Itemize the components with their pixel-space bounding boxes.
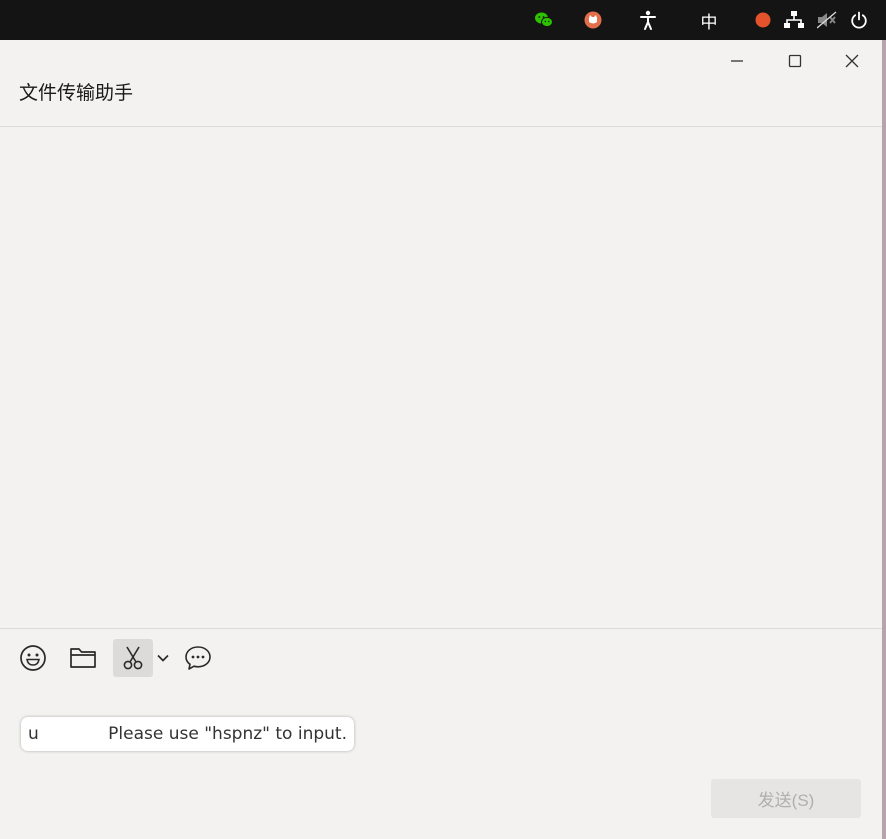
minimize-button[interactable] — [723, 50, 751, 72]
send-button[interactable]: 发送(S) — [711, 779, 861, 818]
accessibility-icon[interactable] — [637, 9, 659, 31]
cat-app-icon[interactable] — [582, 9, 604, 31]
scissors-icon — [123, 646, 143, 670]
wechat-icon[interactable] — [533, 9, 555, 31]
record-indicator-icon[interactable] — [753, 9, 773, 31]
emoji-button[interactable] — [13, 639, 53, 677]
input-method-indicator[interactable]: 中 — [696, 9, 722, 33]
ime-hint-text: Please use "hspnz" to input. — [108, 724, 347, 744]
send-file-button[interactable] — [63, 639, 103, 677]
maximize-button[interactable] — [781, 50, 809, 72]
chat-title: 文件传输助手 — [19, 82, 134, 104]
chat-history-icon — [185, 646, 211, 670]
chat-history-button[interactable] — [178, 639, 218, 677]
network-icon[interactable] — [783, 9, 805, 31]
emoji-icon — [20, 645, 46, 671]
folder-icon — [70, 648, 96, 668]
screenshot-options-button[interactable] — [155, 650, 171, 666]
power-icon[interactable] — [848, 9, 870, 31]
close-button[interactable] — [838, 50, 866, 72]
screenshot-button[interactable] — [113, 639, 153, 677]
maximize-icon — [788, 54, 802, 68]
ime-candidate-popup: u Please use "hspnz" to input. — [21, 717, 354, 751]
window-edge — [882, 40, 886, 839]
volume-muted-icon[interactable] — [816, 9, 838, 31]
message-area[interactable] — [0, 127, 882, 628]
chevron-down-icon — [157, 654, 169, 662]
chat-window: 文件传输助手 u Please use "hspnz" to input. 发送… — [0, 40, 882, 839]
ime-composition-text: u — [28, 724, 39, 744]
composer-divider — [0, 628, 882, 629]
system-top-bar: 中 — [0, 0, 886, 40]
close-icon — [845, 54, 859, 68]
minimize-icon — [731, 60, 743, 62]
